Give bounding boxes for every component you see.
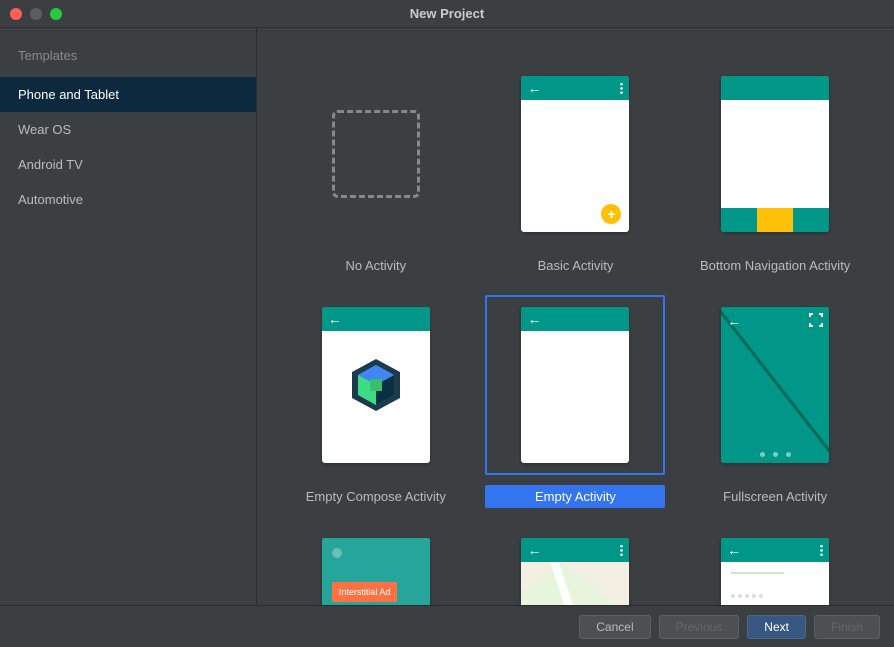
jetpack-compose-icon (352, 359, 400, 411)
basic-activity-thumbnail: ← + (521, 76, 629, 232)
template-basic-activity[interactable]: ← + Basic Activity (481, 64, 671, 277)
interstitial-thumbnail: Interstitial Ad (322, 538, 430, 605)
template-empty-compose[interactable]: ← Empty Compose Activity (281, 295, 471, 508)
maximize-window-button[interactable] (50, 8, 62, 20)
template-label: Basic Activity (526, 254, 626, 277)
template-gallery: No Activity ← + Basic Activity (257, 28, 894, 605)
template-bottom-navigation[interactable]: Bottom Navigation Activity (680, 64, 870, 277)
finish-button[interactable]: Finish (814, 615, 880, 639)
template-google-maps[interactable]: ← (481, 526, 671, 605)
sidebar-item-label: Phone and Tablet (18, 87, 119, 102)
template-label: Fullscreen Activity (711, 485, 839, 508)
sidebar-item-label: Wear OS (18, 122, 71, 137)
bottom-nav-bar-icon (721, 208, 829, 232)
placeholder-dot-icon (332, 548, 342, 558)
overflow-menu-icon (620, 82, 623, 95)
template-login[interactable]: ← (680, 526, 870, 605)
maps-thumbnail: ← (521, 538, 629, 605)
sidebar: Templates Phone and Tablet Wear OS Andro… (0, 28, 257, 605)
fullscreen-thumbnail: ← (721, 307, 829, 463)
template-no-activity[interactable]: No Activity (281, 64, 471, 277)
close-window-button[interactable] (10, 8, 22, 20)
cancel-button[interactable]: Cancel (579, 615, 650, 639)
template-label: Empty Compose Activity (294, 485, 458, 508)
overflow-menu-icon (620, 544, 623, 557)
window-title: New Project (0, 6, 894, 21)
sidebar-item-label: Automotive (18, 192, 83, 207)
template-label: Empty Activity (485, 485, 665, 508)
previous-button[interactable]: Previous (659, 615, 740, 639)
wizard-footer: Cancel Previous Next Finish (0, 605, 894, 647)
bottom-nav-thumbnail (721, 76, 829, 232)
back-arrow-icon: ← (727, 313, 741, 329)
overflow-menu-icon (820, 544, 823, 557)
back-arrow-icon: ← (527, 543, 541, 557)
sidebar-item-phone-tablet[interactable]: Phone and Tablet (0, 77, 256, 112)
login-thumbnail: ← (721, 538, 829, 605)
empty-activity-thumbnail: ← (521, 307, 629, 463)
sidebar-item-wear-os[interactable]: Wear OS (0, 112, 256, 147)
minimize-window-button[interactable] (30, 8, 42, 20)
template-label: Bottom Navigation Activity (688, 254, 862, 277)
titlebar: New Project (0, 0, 894, 28)
window-controls (0, 8, 62, 20)
map-background-icon (521, 562, 629, 605)
compose-thumbnail: ← (322, 307, 430, 463)
back-arrow-icon: ← (527, 312, 541, 326)
next-button[interactable]: Next (747, 615, 806, 639)
ad-badge: Interstitial Ad (332, 582, 398, 602)
template-empty-activity[interactable]: ← Empty Activity (481, 295, 671, 508)
back-arrow-icon: ← (727, 543, 741, 557)
template-interstitial-ad[interactable]: Interstitial Ad (281, 526, 471, 605)
fab-icon: + (601, 204, 621, 224)
back-arrow-icon: ← (328, 312, 342, 326)
expand-icon (809, 313, 823, 330)
sidebar-item-android-tv[interactable]: Android TV (0, 147, 256, 182)
sidebar-item-automotive[interactable]: Automotive (0, 182, 256, 217)
template-label: No Activity (333, 254, 418, 277)
back-arrow-icon: ← (527, 81, 541, 95)
no-activity-thumbnail (332, 110, 420, 198)
page-indicator-icon (721, 452, 829, 457)
sidebar-item-label: Android TV (18, 157, 83, 172)
template-fullscreen[interactable]: ← Fullscreen Activity (680, 295, 870, 508)
sidebar-header: Templates (0, 28, 256, 77)
